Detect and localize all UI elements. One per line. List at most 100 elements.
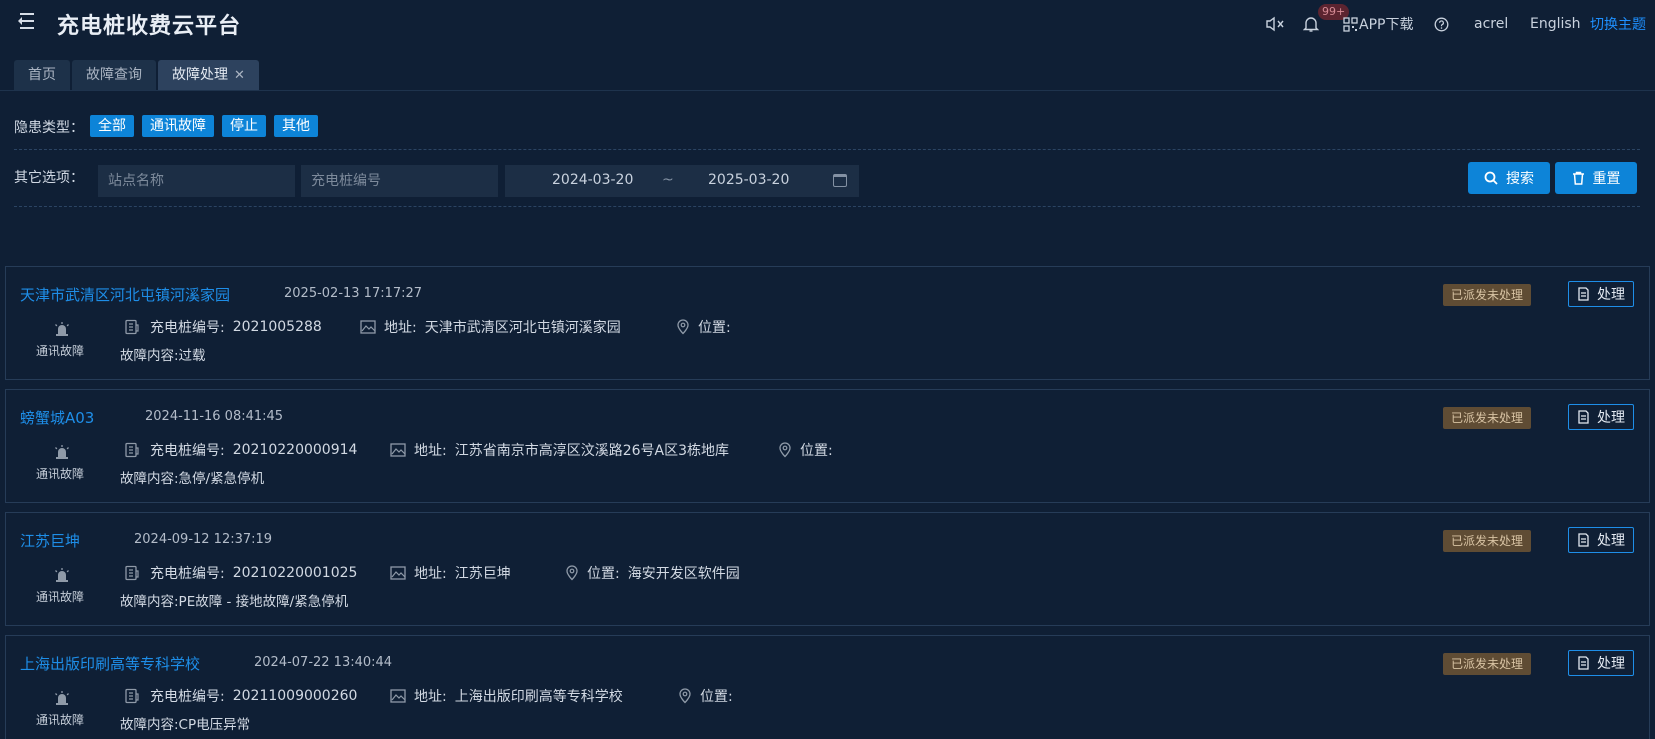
location-label: 位置: xyxy=(700,689,733,705)
location-info: 位置: xyxy=(778,440,841,460)
fault-content: 故障内容:CP电压异常 xyxy=(120,717,251,733)
address-label: 地址: xyxy=(414,443,447,459)
charging-pile-icon xyxy=(125,442,139,458)
calendar-icon[interactable] xyxy=(833,174,847,187)
handle-label: 处理 xyxy=(1597,533,1625,549)
handle-button[interactable]: 处理 xyxy=(1568,650,1634,676)
pile-number-value: 20210220001025 xyxy=(232,565,358,581)
address-value: 江苏省南京市高淳区汶溪路26号A区3栋地库 xyxy=(454,443,730,459)
location-label: 位置: xyxy=(587,566,620,582)
location-pin-icon xyxy=(677,319,689,335)
search-icon xyxy=(1484,171,1498,185)
handle-button[interactable]: 处理 xyxy=(1568,281,1634,307)
address-label: 地址: xyxy=(414,689,447,705)
address-label: 地址: xyxy=(414,566,447,582)
station-name-link[interactable]: 天津市武清区河北屯镇河溪家园 xyxy=(20,284,230,305)
map-image-icon xyxy=(390,689,406,703)
alarm-light-icon xyxy=(55,691,69,705)
document-edit-icon xyxy=(1578,410,1589,424)
menu-toggle-icon[interactable] xyxy=(14,13,34,29)
charging-pile-icon xyxy=(125,319,139,335)
tab-label: 故障处理 xyxy=(172,67,228,83)
date-separator: ~ xyxy=(662,172,674,188)
station-name-link[interactable]: 螃蟹城A03 xyxy=(20,407,94,428)
date-start[interactable]: 2024-03-20 xyxy=(552,172,633,188)
location-info: 位置: xyxy=(676,317,739,337)
address-info: 地址: 上海出版印刷高等专科学校 xyxy=(390,686,623,706)
document-edit-icon xyxy=(1578,533,1589,547)
location-value: 海安开发区软件园 xyxy=(627,566,740,582)
handle-button[interactable]: 处理 xyxy=(1568,527,1634,553)
map-image-icon xyxy=(390,443,406,457)
app-download-label: APP下载 xyxy=(1359,17,1414,33)
date-range-picker[interactable]: 2024-03-20 ~ 2025-03-20 xyxy=(505,165,859,197)
map-image-icon xyxy=(360,320,376,334)
search-label: 搜索 xyxy=(1506,171,1534,187)
fault-card: 天津市武清区河北屯镇河溪家园 2025-02-13 17:17:27 通讯故障 … xyxy=(5,266,1650,380)
speaker-mute-icon[interactable] xyxy=(1265,12,1285,36)
status-badge: 已派发未处理 xyxy=(1443,284,1532,306)
reset-label: 重置 xyxy=(1592,171,1621,187)
address-value: 天津市武清区河北屯镇河溪家园 xyxy=(424,320,621,336)
divider xyxy=(14,206,1640,207)
pile-number-label: 充电桩编号: xyxy=(150,689,225,705)
fault-card: 螃蟹城A03 2024-11-16 08:41:45 通讯故障 充电桩编号: 2… xyxy=(5,389,1650,503)
tab-label: 首页 xyxy=(28,67,56,83)
fault-time: 2024-07-22 13:40:44 xyxy=(254,655,393,670)
location-label: 位置: xyxy=(698,320,731,336)
fault-card: 江苏巨坤 2024-09-12 12:37:19 通讯故障 充电桩编号: 202… xyxy=(5,512,1650,626)
fault-card: 上海出版印刷高等专科学校 2024-07-22 13:40:44 通讯故障 充电… xyxy=(5,635,1650,739)
app-download-link[interactable]: APP下载 xyxy=(1343,12,1413,36)
address-label: 地址: xyxy=(384,320,417,336)
search-button[interactable]: 搜索 xyxy=(1468,162,1550,194)
pile-number-label: 充电桩编号: xyxy=(150,443,225,459)
pile-number-label: 充电桩编号: xyxy=(150,320,225,336)
language-switch[interactable]: English xyxy=(1530,12,1581,36)
pile-number-info: 充电桩编号: 2021005288 xyxy=(124,317,322,337)
tab-home[interactable]: 首页 xyxy=(14,60,70,90)
handle-button[interactable]: 处理 xyxy=(1568,404,1634,430)
close-tab-icon[interactable]: ✕ xyxy=(234,68,245,83)
alarm-light-icon xyxy=(55,322,69,336)
bell-icon[interactable] xyxy=(1303,12,1319,36)
divider xyxy=(14,149,1640,150)
address-info: 地址: 江苏巨坤 xyxy=(390,563,511,583)
station-name-link[interactable]: 江苏巨坤 xyxy=(20,530,80,551)
fault-time: 2024-09-12 12:37:19 xyxy=(134,532,273,547)
fault-time: 2024-11-16 08:41:45 xyxy=(145,409,284,424)
station-name-input[interactable] xyxy=(98,165,295,197)
theme-switch-link[interactable]: 切换主题 xyxy=(1590,12,1646,36)
question-circle-icon[interactable] xyxy=(1434,12,1449,36)
location-pin-icon xyxy=(779,442,791,458)
document-edit-icon xyxy=(1578,656,1589,670)
alarm-light-icon xyxy=(55,568,69,582)
filter-chip-comm-fault[interactable]: 通讯故障 xyxy=(142,115,214,137)
tab-fault-query[interactable]: 故障查询 xyxy=(72,60,156,90)
map-image-icon xyxy=(390,566,406,580)
username[interactable]: acrel xyxy=(1474,12,1508,36)
address-value: 江苏巨坤 xyxy=(454,566,511,582)
status-badge: 已派发未处理 xyxy=(1443,407,1532,429)
filter-chip-stop[interactable]: 停止 xyxy=(222,115,266,137)
pile-number-value: 20210220000914 xyxy=(232,442,358,458)
tab-fault-handling[interactable]: 故障处理 ✕ xyxy=(158,60,259,90)
tab-bar: 首页 故障查询 故障处理 ✕ xyxy=(14,60,261,90)
document-edit-icon xyxy=(1578,287,1589,301)
fault-content: 故障内容:过载 xyxy=(120,348,206,364)
pile-number-info: 充电桩编号: 20210220001025 xyxy=(124,563,357,583)
pile-number-info: 充电桩编号: 20211009000260 xyxy=(124,686,357,706)
location-info: 位置: xyxy=(678,686,741,706)
other-options-label: 其它选项： xyxy=(14,170,84,186)
handle-label: 处理 xyxy=(1597,287,1625,303)
location-pin-icon xyxy=(679,688,691,704)
handle-label: 处理 xyxy=(1597,410,1625,426)
station-name-link[interactable]: 上海出版印刷高等专科学校 xyxy=(20,653,200,674)
filter-chip-other[interactable]: 其他 xyxy=(274,115,318,137)
address-value: 上海出版印刷高等专科学校 xyxy=(454,689,623,705)
pile-number-input[interactable] xyxy=(301,165,498,197)
fault-type: 通讯故障 xyxy=(36,590,85,604)
filter-chip-all[interactable]: 全部 xyxy=(90,115,134,137)
reset-button[interactable]: 重置 xyxy=(1555,162,1637,194)
date-end[interactable]: 2025-03-20 xyxy=(708,172,789,188)
fault-type: 通讯故障 xyxy=(36,713,85,727)
